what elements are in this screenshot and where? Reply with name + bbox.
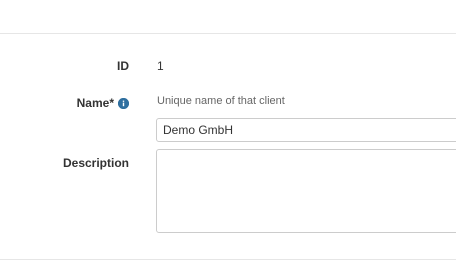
name-label: Name* bbox=[76, 96, 114, 110]
client-form: ID 1 Name* Unique name of that client De… bbox=[0, 0, 456, 274]
name-help-text: Unique name of that client bbox=[157, 95, 285, 107]
description-label: Description bbox=[62, 156, 129, 170]
top-divider bbox=[0, 33, 456, 34]
description-textarea[interactable] bbox=[156, 149, 456, 233]
info-icon[interactable] bbox=[118, 97, 129, 109]
name-label-group: Name* bbox=[77, 96, 129, 110]
bottom-divider bbox=[0, 259, 456, 260]
name-input[interactable] bbox=[156, 118, 456, 142]
id-label: ID bbox=[117, 59, 129, 73]
id-value: 1 bbox=[157, 59, 164, 73]
